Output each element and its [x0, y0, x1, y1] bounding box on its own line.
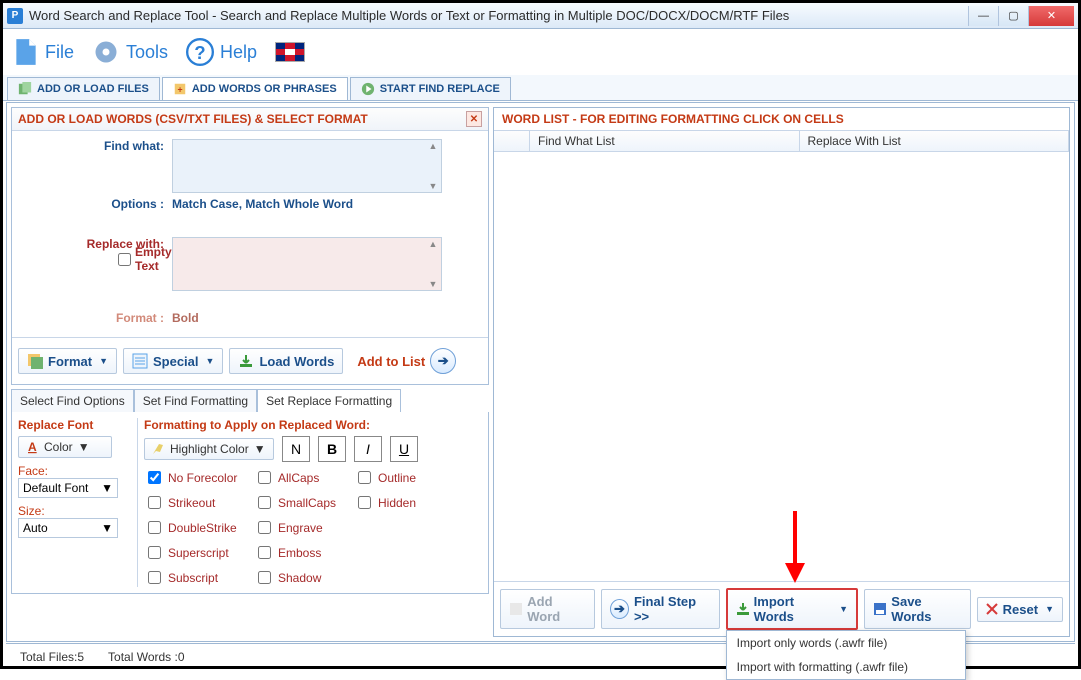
import-icon: [736, 602, 749, 616]
subtab-find-options[interactable]: Select Find Options: [11, 389, 134, 412]
options-value: Match Case, Match Whole Word: [172, 197, 353, 211]
smallcaps-checkbox[interactable]: SmallCaps: [254, 493, 354, 512]
help-icon: ?: [186, 38, 214, 66]
tab-add-load-files[interactable]: ADD OR LOAD FILES: [7, 77, 160, 100]
form-toolbar: Format▼ Special▼ Load Words Add to List …: [12, 337, 488, 384]
replace-font-column: Replace Font A Color ▼ Face: Default Fon…: [18, 418, 138, 587]
import-words-menu: Import only words (.awfr file) Import wi…: [726, 630, 966, 680]
normal-button[interactable]: N: [282, 436, 310, 462]
add-icon: [509, 602, 522, 616]
highlight-color-dropdown[interactable]: Highlight Color▼: [144, 438, 274, 460]
doublestrike-checkbox[interactable]: DoubleStrike: [144, 518, 254, 537]
workspace: ADD OR LOAD WORDS (CSV/TXT FILES) & SELE…: [6, 102, 1075, 642]
word-list-body[interactable]: [494, 152, 1069, 581]
highlight-icon: [151, 442, 165, 456]
menu-help[interactable]: ? Help: [186, 38, 257, 66]
svg-text:A: A: [28, 440, 37, 454]
word-list-panel: WORD LIST - FOR EDITING FORMATTING CLICK…: [493, 107, 1070, 637]
play-icon: [361, 82, 375, 96]
format-apply-column: Formatting to Apply on Replaced Word: Hi…: [144, 418, 482, 587]
status-total-files: Total Files:5: [20, 650, 84, 664]
bold-button[interactable]: B: [318, 436, 346, 462]
save-words-button[interactable]: Save Words: [864, 589, 971, 629]
superscript-checkbox[interactable]: Superscript: [144, 543, 254, 562]
primary-tabs: ADD OR LOAD FILES + ADD WORDS OR PHRASES…: [3, 75, 1078, 101]
word-list-columns: Find What List Replace With List: [494, 131, 1069, 152]
import-with-formatting-item[interactable]: Import with formatting (.awfr file): [727, 655, 965, 679]
font-color-icon: A: [25, 440, 39, 454]
size-label: Size:: [18, 504, 131, 518]
outline-checkbox[interactable]: Outline: [354, 468, 444, 487]
add-to-list-button[interactable]: Add to List ➔: [349, 344, 464, 378]
face-select[interactable]: Default Font▼: [18, 478, 118, 498]
files-icon: [18, 82, 32, 96]
panel-header: ADD OR LOAD WORDS (CSV/TXT FILES) & SELE…: [12, 108, 488, 131]
underline-button[interactable]: U: [390, 436, 418, 462]
engrave-checkbox[interactable]: Engrave: [254, 518, 354, 537]
load-icon: [238, 353, 254, 369]
gear-icon: [92, 38, 120, 66]
arrow-right-icon: ➔: [610, 599, 629, 619]
word-list-header: WORD LIST - FOR EDITING FORMATTING CLICK…: [494, 108, 1069, 131]
left-pane: ADD OR LOAD WORDS (CSV/TXT FILES) & SELE…: [11, 107, 489, 637]
font-color-dropdown[interactable]: A Color ▼: [18, 436, 112, 458]
hidden-checkbox[interactable]: Hidden: [354, 493, 444, 512]
main-menu: File Tools ? Help: [3, 29, 1078, 75]
svg-text:+: +: [177, 85, 182, 95]
size-select[interactable]: Auto▼: [18, 518, 118, 538]
col-replace-with[interactable]: Replace With List: [800, 131, 1070, 151]
add-word-button[interactable]: Add Word: [500, 589, 595, 629]
format-dropdown[interactable]: Format▼: [18, 348, 117, 374]
empty-text-checkbox[interactable]: Empty Text: [118, 245, 172, 273]
minimize-button[interactable]: —: [968, 6, 998, 26]
add-load-words-panel: ADD OR LOAD WORDS (CSV/TXT FILES) & SELE…: [11, 107, 489, 385]
reset-icon: [986, 603, 998, 615]
format-label: Format :: [22, 311, 172, 325]
close-button[interactable]: ✕: [1028, 6, 1074, 26]
import-only-words-item[interactable]: Import only words (.awfr file): [727, 631, 965, 655]
formatting-tabs-panel: Select Find Options Set Find Formatting …: [11, 389, 489, 594]
language-flag-uk[interactable]: [275, 42, 305, 62]
format-value: Bold: [172, 311, 199, 325]
replace-with-input[interactable]: [172, 237, 442, 291]
col-find-what[interactable]: Find What List: [530, 131, 800, 151]
subscript-checkbox[interactable]: Subscript: [144, 568, 254, 587]
arrow-right-icon: ➔: [430, 348, 456, 374]
shadow-checkbox[interactable]: Shadow: [254, 568, 354, 587]
window-title: Word Search and Replace Tool - Search an…: [29, 8, 789, 23]
emboss-checkbox[interactable]: Emboss: [254, 543, 354, 562]
strikeout-checkbox[interactable]: Strikeout: [144, 493, 254, 512]
import-words-dropdown[interactable]: Import Words▼: [726, 588, 858, 630]
tab-add-words[interactable]: + ADD WORDS OR PHRASES: [162, 77, 348, 100]
maximize-button[interactable]: ▢: [998, 6, 1028, 26]
tab-start-find-replace[interactable]: START FIND REPLACE: [350, 77, 511, 100]
allcaps-checkbox[interactable]: AllCaps: [254, 468, 354, 487]
find-what-input[interactable]: [172, 139, 442, 193]
special-icon: [132, 353, 148, 369]
italic-button[interactable]: I: [354, 436, 382, 462]
word-list-toolbar: Add Word ➔ Final Step >> Import Words▼ I…: [494, 581, 1069, 636]
app-icon: P: [7, 8, 23, 24]
subtab-find-formatting[interactable]: Set Find Formatting: [134, 389, 257, 412]
titlebar: P Word Search and Replace Tool - Search …: [3, 3, 1078, 29]
add-words-icon: +: [173, 82, 187, 96]
options-label: Options :: [22, 197, 172, 211]
special-dropdown[interactable]: Special▼: [123, 348, 223, 374]
file-icon: [13, 37, 39, 67]
final-step-button[interactable]: ➔ Final Step >>: [601, 589, 720, 629]
load-words-button[interactable]: Load Words: [229, 348, 343, 374]
no-forecolor-checkbox[interactable]: No Forecolor: [144, 468, 254, 487]
subtab-replace-formatting[interactable]: Set Replace Formatting: [257, 389, 401, 412]
find-what-label: Find what:: [22, 139, 172, 153]
menu-file[interactable]: File: [13, 37, 74, 67]
panel-close-icon[interactable]: ✕: [466, 111, 482, 127]
reset-dropdown[interactable]: Reset▼: [977, 597, 1063, 622]
face-label: Face:: [18, 464, 131, 478]
svg-text:?: ?: [194, 42, 205, 63]
menu-tools[interactable]: Tools: [92, 38, 168, 66]
format-icon: [27, 353, 43, 369]
status-total-words: Total Words :0: [108, 650, 184, 664]
save-icon: [873, 602, 886, 616]
